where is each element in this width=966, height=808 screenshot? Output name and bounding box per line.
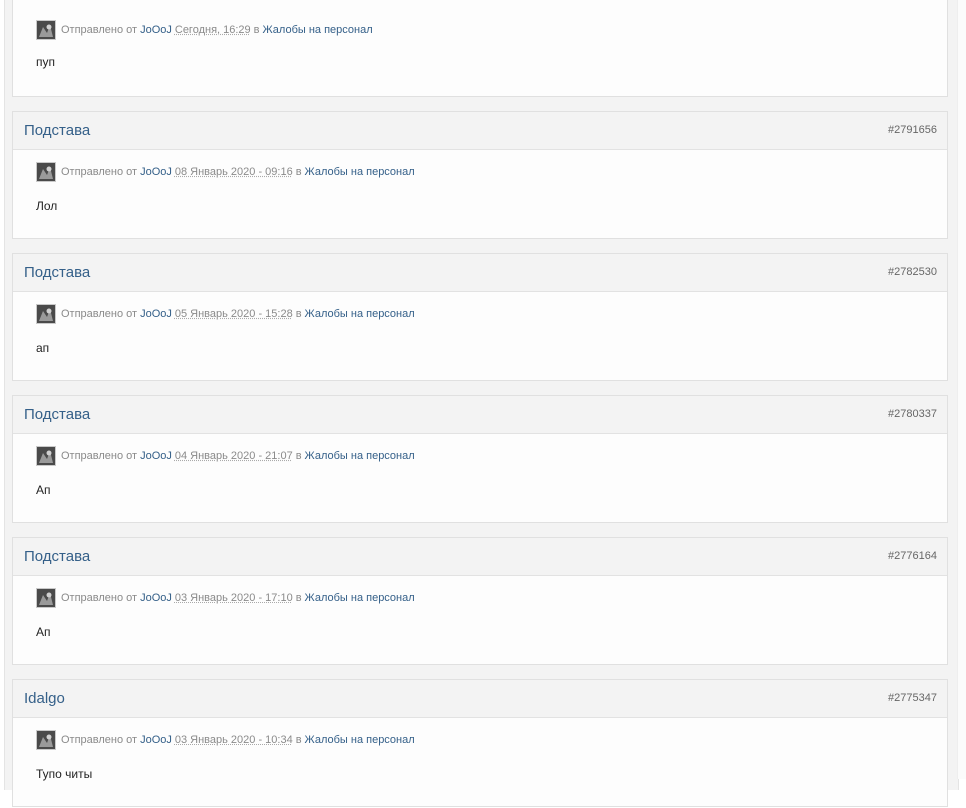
post-content: Лол [36, 199, 58, 213]
topic-title-link[interactable]: Подстава [24, 406, 90, 423]
post-content: ап [36, 341, 50, 355]
in-label: в [295, 734, 302, 746]
post-date: Сегодня, 16:29 [174, 24, 251, 36]
in-label: в [295, 450, 302, 462]
post-card: Отправлено от JoOoJ Сегодня, 16:29 в Жал… [12, 0, 948, 97]
sent-label: Отправлено от [61, 308, 138, 320]
topic-title-link[interactable]: Подстава [24, 264, 90, 281]
scrollbar[interactable] [957, 0, 966, 779]
post-id-link[interactable]: #2775347 [888, 692, 937, 704]
post-meta: Отправлено от JoOoJ 04 Январь 2020 - 21:… [36, 445, 415, 467]
sent-label: Отправлено от [61, 24, 138, 36]
post-date: 03 Январь 2020 - 10:34 [174, 734, 293, 746]
post-date: 05 Январь 2020 - 15:28 [174, 308, 293, 320]
post-id-link[interactable]: #2780337 [888, 408, 937, 420]
post-meta: Отправлено от JoOoJ 03 Январь 2020 - 10:… [36, 729, 415, 751]
post-header: Подстава #2791656 [13, 112, 947, 150]
post-header: Подстава #2780337 [13, 396, 947, 434]
sent-label: Отправлено от [61, 450, 138, 462]
post-content: Ап [36, 625, 51, 639]
in-label: в [295, 308, 302, 320]
topic-title-link[interactable]: Подстава [24, 548, 90, 565]
sent-label: Отправлено от [61, 166, 138, 178]
forum-link[interactable]: Жалобы на персонал [263, 24, 373, 36]
post-id-link[interactable]: #2782530 [888, 266, 937, 278]
post-card: Подстава #2782530 Отправлено от JoOoJ 05… [12, 253, 948, 381]
forum-link[interactable]: Жалобы на персонал [305, 734, 415, 746]
forum-link[interactable]: Жалобы на персонал [305, 308, 415, 320]
author-avatar[interactable] [36, 20, 56, 40]
author-link[interactable]: JoOoJ [140, 450, 172, 462]
post-id-link[interactable]: #2776164 [888, 550, 937, 562]
post-id-link[interactable]: #2791656 [888, 124, 937, 136]
topic-title-link[interactable]: Подстава [24, 122, 90, 139]
sent-label: Отправлено от [61, 592, 138, 604]
post-header: Подстава #2782530 [13, 254, 947, 292]
sent-label: Отправлено от [61, 734, 138, 746]
post-content: Ап [36, 483, 51, 497]
post-header: Подстава #2776164 [13, 538, 947, 576]
post-card: Подстава #2780337 Отправлено от JoOoJ 04… [12, 395, 948, 523]
in-label: в [295, 166, 302, 178]
post-date: 04 Январь 2020 - 21:07 [174, 450, 293, 462]
post-date: 08 Январь 2020 - 09:16 [174, 166, 293, 178]
author-avatar[interactable] [36, 162, 56, 182]
topic-title-link[interactable]: Idalgo [24, 690, 65, 707]
forum-link[interactable]: Жалобы на персонал [305, 166, 415, 178]
post-header: Idalgo #2775347 [13, 680, 947, 718]
in-label: в [295, 592, 302, 604]
author-avatar[interactable] [36, 446, 56, 466]
post-meta: Отправлено от JoOoJ 05 Январь 2020 - 15:… [36, 303, 415, 325]
post-content: пуп [36, 55, 55, 69]
post-date: 03 Январь 2020 - 17:10 [174, 592, 293, 604]
forum-link[interactable]: Жалобы на персонал [305, 592, 415, 604]
author-link[interactable]: JoOoJ [140, 308, 172, 320]
post-meta: Отправлено от JoOoJ 08 Январь 2020 - 09:… [36, 161, 415, 183]
post-card: Подстава #2776164 Отправлено от JoOoJ 03… [12, 537, 948, 665]
post-card: Подстава #2791656 Отправлено от JoOoJ 08… [12, 111, 948, 239]
forum-link[interactable]: Жалобы на персонал [305, 450, 415, 462]
author-link[interactable]: JoOoJ [140, 592, 172, 604]
author-avatar[interactable] [36, 730, 56, 750]
post-meta: Отправлено от JoOoJ Сегодня, 16:29 в Жал… [36, 19, 373, 41]
post-meta: Отправлено от JoOoJ 03 Январь 2020 - 17:… [36, 587, 415, 609]
in-label: в [253, 24, 260, 36]
author-avatar[interactable] [36, 304, 56, 324]
author-link[interactable]: JoOoJ [140, 734, 172, 746]
author-link[interactable]: JoOoJ [140, 24, 172, 36]
author-link[interactable]: JoOoJ [140, 166, 172, 178]
author-avatar[interactable] [36, 588, 56, 608]
post-card: Idalgo #2775347 Отправлено от JoOoJ 03 Я… [12, 679, 948, 807]
